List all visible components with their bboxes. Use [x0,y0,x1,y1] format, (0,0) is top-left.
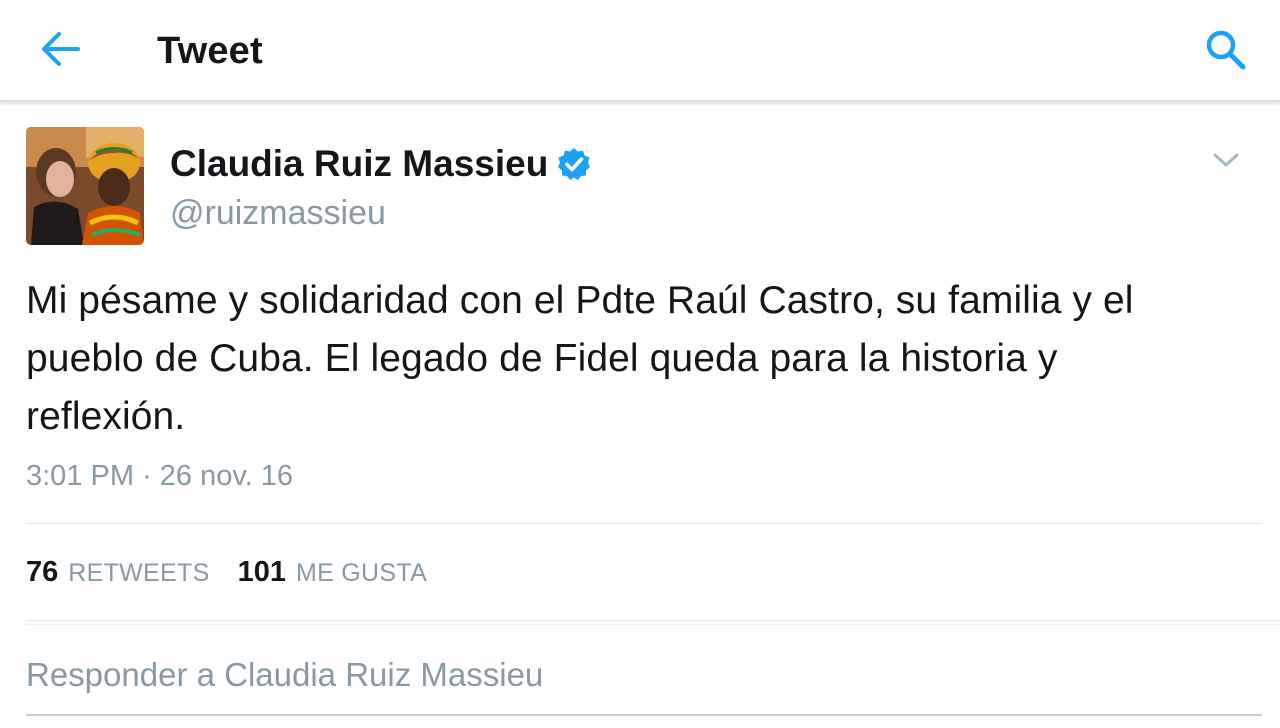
divider [26,523,1262,524]
author-name-text: Claudia Ruiz Massieu [170,143,549,184]
search-icon [1206,30,1246,70]
arrow-left-icon [42,32,80,66]
divider [26,624,1280,625]
author-name[interactable]: Claudia Ruiz Massieu [170,143,591,185]
top-app-bar: Tweet [0,0,1280,102]
reply-input[interactable]: Responder a Claudia Ruiz Massieu [26,656,1262,694]
retweets-count: 76 [26,556,59,588]
avatar[interactable] [26,127,144,245]
chevron-down-icon [1213,153,1239,167]
likes-count: 101 [237,556,286,588]
tweet-text: Mi pésame y solidaridad con el Pdte Raúl… [26,279,1134,438]
divider [26,620,1280,621]
verified-badge-icon [557,147,591,181]
page-title: Tweet [157,30,263,72]
tweet-options-button[interactable] [1208,146,1244,174]
search-button[interactable] [1202,26,1250,72]
back-button[interactable] [38,28,84,70]
avatar-photo [26,127,144,245]
tweet-timestamp: 3:01 PM · 26 nov. 16 [26,460,294,492]
retweets-stat[interactable]: 76 RETWEETS [26,556,210,589]
likes-stat[interactable]: 101 ME GUSTA [238,556,428,589]
likes-label: ME GUSTA [295,559,428,587]
retweets-label: RETWEETS [68,559,210,587]
reply-underline [26,714,1262,716]
author-handle[interactable]: @ruizmassieu [170,194,386,233]
tweet-stats: 76 RETWEETS 101 ME GUSTA [26,556,427,596]
